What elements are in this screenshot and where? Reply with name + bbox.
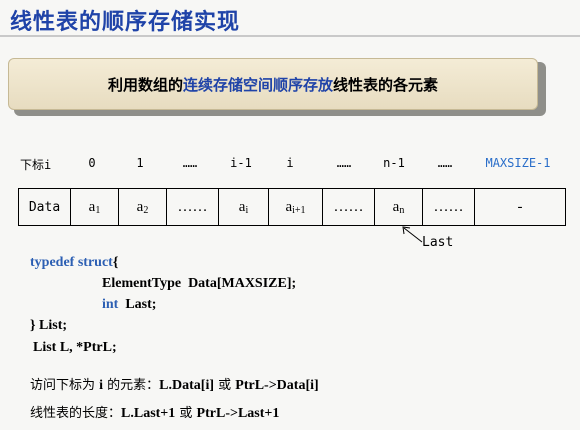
index-ellipsis-1: …… xyxy=(182,156,198,170)
index-i-minus-1: i-1 xyxy=(230,156,252,170)
access-note: 访问下标为 i 的元素：L.Data[i] 或 PtrL->Data[i] xyxy=(30,378,319,393)
brace-open: { xyxy=(112,255,119,270)
index-ellipsis-3: …… xyxy=(437,156,453,170)
length-note: 线性表的长度：L.Last+1 或 PtrL->Last+1 xyxy=(30,406,280,421)
code-line-data: ElementType Data[MAXSIZE]; xyxy=(102,276,297,291)
index-maxsize-minus-1: MAXSIZE-1 xyxy=(485,156,551,170)
variable-declaration: List L, *PtrL; xyxy=(33,340,117,355)
index-1: 1 xyxy=(136,156,144,170)
index-ellipsis-2: …… xyxy=(336,156,352,170)
code-line-typedef: typedef struct{ xyxy=(30,252,296,273)
array-cell: an xyxy=(375,189,423,225)
banner-highlight: 连续存储空间顺序存放 xyxy=(182,75,333,94)
array-cell: - xyxy=(517,198,523,215)
index-row-label: 下标i xyxy=(20,158,52,172)
array-cell: a1 xyxy=(71,189,119,225)
last-pointer-label: Last xyxy=(422,235,454,250)
index-i: i xyxy=(286,156,294,170)
last-pointer-arrow xyxy=(402,226,423,243)
array-label: Data xyxy=(19,189,71,225)
index-n-minus-1: n-1 xyxy=(383,156,405,170)
keyword-int: int xyxy=(102,297,119,312)
array-cell: a2 xyxy=(119,189,167,225)
code-line-close: } List; xyxy=(30,318,68,333)
array-cell: ai xyxy=(219,189,269,225)
array-cell: …… xyxy=(423,189,475,225)
array-cell: …… xyxy=(167,189,219,225)
last-field: Last; xyxy=(118,297,157,312)
code-line-last: int Last; xyxy=(30,294,296,315)
summary-banner: 利用数组的 连续存储空间顺序存放 线性表的各元素 xyxy=(8,58,538,110)
title-divider xyxy=(0,35,580,37)
page-title: 线性表的顺序存储实现 xyxy=(10,10,241,35)
array-diagram: Data a1 a2 …… ai a i+1 …… an …… - xyxy=(18,188,566,226)
keyword-typedef: typedef xyxy=(30,255,75,270)
struct-definition: typedef struct{ ElementType Data[MAXSIZE… xyxy=(30,252,296,336)
index-0: 0 xyxy=(88,156,96,170)
banner-prefix: 利用数组的 xyxy=(107,75,183,94)
keyword-struct: struct xyxy=(77,255,113,270)
array-cell: a i+1 xyxy=(269,189,323,225)
array-cell: …… xyxy=(323,189,375,225)
banner-suffix: 线性表的各元素 xyxy=(333,75,439,94)
